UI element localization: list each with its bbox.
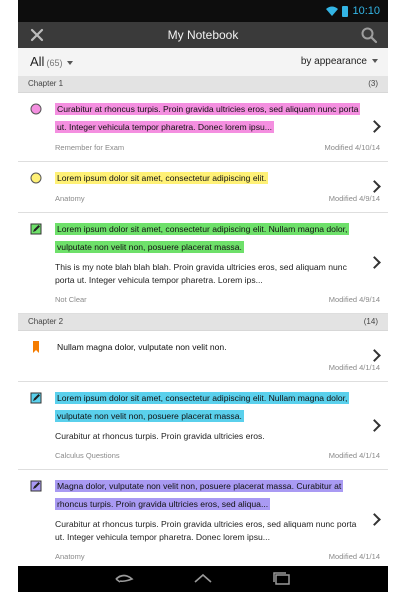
recent-apps-icon[interactable] — [271, 570, 293, 588]
filter-count: (65) — [46, 58, 63, 68]
highlight-text: Magna dolor, vulputate non velit non, po… — [55, 480, 344, 510]
chevron-right-icon[interactable] — [368, 120, 381, 133]
home-icon[interactable] — [192, 570, 214, 588]
search-icon[interactable] — [360, 26, 378, 44]
note-item[interactable]: Magna dolor, vulputate non velit non, po… — [18, 470, 388, 566]
highlight-text: Curabitur at rhoncus turpis. Proin gravi… — [55, 103, 361, 133]
section-count: (14) — [363, 317, 378, 326]
note-text: Curabitur at rhoncus turpis. Proin gravi… — [55, 431, 265, 441]
note-item[interactable]: Lorem ipsum dolor sit amet, consectetur … — [18, 213, 388, 314]
modified-date: Modified 4/9/14 — [328, 194, 380, 203]
status-bar: 10:10 — [18, 0, 388, 22]
section-title: Chapter 2 — [28, 317, 64, 326]
filter-dropdown[interactable]: All (65) — [30, 54, 74, 69]
notes-list[interactable]: Chapter 1 (3) Curabitur at rhoncus turpis… — [18, 76, 388, 566]
chevron-right-icon[interactable] — [368, 256, 381, 269]
note-item[interactable]: Lorem ipsum dolor sit amet, consectetur … — [18, 162, 388, 213]
status-time: 10:10 — [352, 5, 380, 17]
note-meta: Anatomy Modified 4/1/14 — [55, 552, 380, 564]
filter-bar: All (65) by appearance — [18, 48, 388, 77]
section-header: Chapter 2 (14) — [18, 314, 388, 331]
note-text: Curabitur at rhoncus turpis. Proin gravi… — [55, 519, 357, 542]
note-item[interactable]: Curabitur at rhoncus turpis. Proin gravi… — [18, 93, 388, 162]
note-edit-icon — [30, 222, 42, 235]
highlight-text: Lorem ipsum dolor sit amet, consectetur … — [55, 223, 350, 253]
note-tag: Remember for Exam — [55, 143, 125, 152]
modified-date: Modified 4/1/14 — [328, 451, 380, 460]
modified-date: Modified 4/1/14 — [328, 363, 380, 372]
note-meta: Calculus Questions Modified 4/1/14 — [55, 451, 380, 463]
section-header: Chapter 1 (3) — [18, 76, 388, 93]
chevron-down-icon — [372, 59, 378, 64]
circle-highlight-icon — [30, 102, 42, 115]
section-title: Chapter 1 — [28, 79, 64, 88]
battery-icon — [342, 5, 349, 17]
action-bar: My Notebook — [18, 22, 388, 48]
note-item[interactable]: Lorem ipsum dolor sit amet, consectetur … — [18, 382, 388, 470]
section-count: (3) — [368, 79, 378, 88]
sort-dropdown[interactable]: by appearance — [301, 56, 378, 67]
modified-date: Modified 4/10/14 — [324, 143, 380, 152]
note-tag: Not Clear — [55, 295, 87, 304]
chevron-right-icon[interactable] — [368, 418, 381, 432]
note-edit-icon — [30, 479, 42, 492]
modified-date: Modified 4/9/14 — [328, 295, 380, 304]
note-item[interactable]: Nullam magna dolor, vulputate non velit … — [18, 331, 388, 382]
page-title: My Notebook — [167, 28, 239, 42]
device-screen: 10:10 My Notebook All (65) by appearance … — [18, 0, 388, 592]
note-tag: Anatomy — [55, 552, 85, 561]
highlight-text: Lorem ipsum dolor sit amet, consectetur … — [55, 392, 350, 422]
highlight-text: Lorem ipsum dolor sit amet, consectetur … — [55, 172, 269, 184]
sort-label: by appearance — [300, 56, 367, 67]
modified-date: Modified 4/1/14 — [328, 552, 380, 561]
note-tag: Calculus Questions — [55, 451, 120, 460]
note-meta: Anatomy Modified 4/9/14 — [55, 194, 380, 206]
note-meta: Modified 4/1/14 — [55, 363, 380, 375]
chevron-right-icon[interactable] — [368, 513, 381, 526]
bookmark-icon — [30, 340, 42, 353]
wifi-icon — [326, 6, 339, 16]
note-text: This is my note blah blah blah. Proin gr… — [55, 262, 347, 285]
chevron-down-icon — [67, 60, 74, 65]
note-meta: Remember for Exam Modified 4/10/14 — [55, 143, 380, 155]
note-tag: Anatomy — [55, 194, 85, 203]
highlight-text: Nullam magna dolor, vulputate non velit … — [57, 342, 227, 352]
chevron-right-icon[interactable] — [368, 180, 381, 193]
note-edit-icon — [30, 391, 42, 404]
filter-label: All — [30, 54, 45, 69]
navigation-bar — [18, 566, 388, 592]
note-meta: Not Clear Modified 4/9/14 — [55, 295, 380, 307]
back-icon[interactable] — [113, 570, 135, 588]
chevron-right-icon[interactable] — [368, 349, 381, 362]
circle-highlight-icon — [30, 171, 42, 184]
